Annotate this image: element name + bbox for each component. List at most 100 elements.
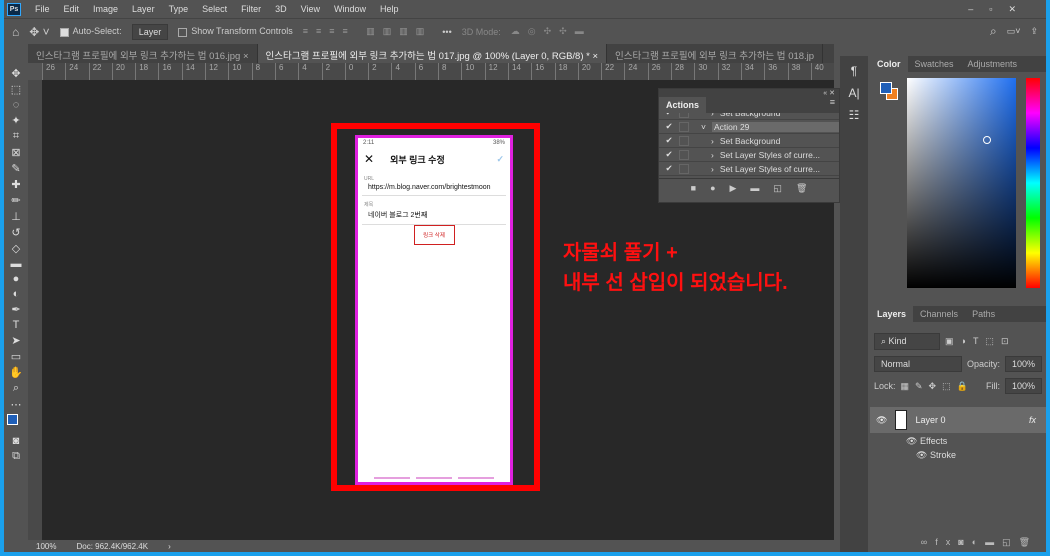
pen-tool-icon[interactable]: ✒ (11, 303, 20, 316)
menu-image[interactable]: Image (93, 4, 118, 14)
actions-tab[interactable]: Actions (659, 97, 707, 113)
tab-channels[interactable]: Channels (913, 306, 965, 322)
history-brush-icon[interactable]: ↺ (11, 226, 20, 239)
character-icon[interactable]: A| (848, 86, 859, 100)
dodge-icon[interactable]: ◐ (13, 288, 20, 300)
dialog-toggle[interactable] (679, 135, 689, 146)
dialog-toggle[interactable] (679, 149, 689, 160)
expand-icon[interactable]: ˅ (701, 122, 706, 132)
tab-swatches[interactable]: Swatches (908, 56, 961, 72)
dialog-toggle[interactable] (679, 121, 689, 132)
menu-3d[interactable]: 3D (275, 4, 287, 14)
action-item[interactable]: ✔ › Set Background (659, 134, 839, 148)
lock-icons[interactable]: ▦✎✥⬚🔒 (901, 381, 974, 392)
gradient-icon[interactable]: ▬ (11, 258, 22, 270)
expand-icon[interactable]: › (711, 136, 714, 146)
menu-file[interactable]: File (35, 4, 50, 14)
paragraph-icon[interactable]: ¶ (851, 64, 857, 78)
layer-row[interactable]: 👁 Layer 0 fx (870, 407, 1046, 433)
color-picker-field[interactable] (907, 78, 1016, 288)
tab-paths[interactable]: Paths (965, 306, 1002, 322)
filter-icons[interactable]: ▣◑T⬚⊡ (945, 336, 1015, 347)
properties-icon[interactable]: ☷ (849, 108, 860, 122)
workspace-icon[interactable]: ▭˅ (1007, 26, 1021, 37)
more-tools-icon[interactable]: ⋯ (11, 398, 22, 411)
play-icon[interactable]: ▶ (730, 183, 737, 194)
zoom-tool-icon[interactable]: ⌕ (13, 382, 19, 395)
align-icons[interactable]: ≡≡≡≡ ▥▥▥▥ (303, 26, 433, 37)
status-arrow-icon[interactable]: › (168, 542, 171, 551)
window-controls[interactable]: –▫✕ (968, 4, 1032, 15)
brush-tool-icon[interactable]: ✏ (11, 194, 20, 207)
magic-wand-icon[interactable]: ✦ (11, 114, 20, 127)
type-tool-icon[interactable]: T (13, 319, 20, 331)
stroke-row[interactable]: 👁 Stroke (870, 447, 1046, 461)
color-picker-cursor[interactable] (983, 136, 991, 144)
crop-tool-icon[interactable]: ⌗ (13, 130, 19, 143)
menu-edit[interactable]: Edit (64, 4, 80, 14)
action-item[interactable]: ✔ › Set Background (659, 113, 839, 120)
opacity-input[interactable]: 100% (1004, 356, 1042, 372)
check-icon[interactable]: ✔ (659, 149, 679, 160)
dialog-toggle[interactable] (679, 163, 689, 174)
auto-select-checkbox[interactable]: Auto-Select: (59, 26, 122, 37)
move-tool-icon[interactable]: ✥ ˅ (29, 25, 49, 39)
layer-select[interactable]: Layer (131, 23, 169, 40)
tab-adjustments[interactable]: Adjustments (961, 56, 1025, 72)
effects-row[interactable]: 👁 Effects (870, 433, 1046, 447)
color-swatches-icon[interactable] (7, 414, 25, 432)
tab-017[interactable]: 인스타그램 프로필에 외부 링크 추가하는 법 017.jpg @ 100% (… (257, 44, 608, 63)
visibility-eye-icon[interactable]: 👁 (876, 415, 887, 426)
stop-icon[interactable]: ■ (691, 183, 696, 194)
trash-icon[interactable]: 🗑 (796, 183, 807, 194)
eraser-icon[interactable]: ◇ (12, 242, 20, 255)
check-icon[interactable]: ✔ (659, 121, 679, 132)
tab-color[interactable]: Color (870, 56, 908, 72)
foreground-color[interactable] (880, 82, 892, 94)
hue-slider[interactable] (1026, 78, 1040, 288)
action-item[interactable]: ✔ › Set Layer Styles of curre... (659, 162, 839, 176)
search-icon[interactable]: ⌕ (990, 24, 997, 39)
blur-icon[interactable]: ● (13, 273, 20, 285)
share-icon[interactable]: ⇪ (1030, 26, 1038, 37)
action-item[interactable]: ✔ ˅ Action 29 (659, 120, 839, 134)
fill-input[interactable]: 100% (1004, 378, 1042, 394)
layers-footer-icons[interactable]: ∞fx◙◐▬◱🗑 (921, 537, 1038, 548)
hand-tool-icon[interactable]: ✋ (9, 366, 23, 379)
check-icon[interactable]: ✔ (659, 113, 679, 118)
menu-layer[interactable]: Layer (132, 4, 155, 14)
folder-icon[interactable]: ▬ (750, 183, 759, 194)
menu-filter[interactable]: Filter (241, 4, 261, 14)
eyedropper-icon[interactable]: ✎ (11, 162, 20, 175)
expand-icon[interactable]: › (711, 164, 714, 174)
new-action-icon[interactable]: ◱ (773, 183, 782, 194)
shape-tool-icon[interactable]: ▭ (11, 350, 21, 363)
show-transform-checkbox[interactable]: Show Transform Controls (178, 26, 293, 37)
healing-icon[interactable]: ✚ (11, 178, 20, 191)
more-icon[interactable]: ••• (442, 27, 451, 37)
path-select-icon[interactable]: ➤ (11, 334, 20, 347)
stamp-tool-icon[interactable]: ⊥ (11, 210, 21, 223)
tab-016[interactable]: 인스타그램 프로필에 외부 링크 추가하는 법 016.jpg × (28, 44, 258, 63)
kind-filter[interactable]: ⌕ Kind (874, 333, 940, 350)
action-item[interactable]: ✔ › Set Layer Styles of curre... (659, 148, 839, 162)
expand-icon[interactable]: › (711, 150, 714, 160)
dialog-toggle[interactable] (679, 113, 689, 118)
menu-view[interactable]: View (301, 4, 320, 14)
menu-type[interactable]: Type (169, 4, 189, 14)
screen-mode-icon[interactable]: ⧉ (12, 450, 20, 463)
panel-collapse[interactable]: « ✕ (659, 89, 839, 97)
marquee-tool-icon[interactable]: ⬚ (11, 83, 21, 96)
record-icon[interactable]: ● (710, 183, 715, 194)
check-icon[interactable]: ✔ (659, 163, 679, 174)
panel-menu-icon[interactable]: ≡ (830, 97, 839, 113)
tab-018[interactable]: 인스타그램 프로필에 외부 링크 추가하는 법 018.jp (607, 44, 824, 63)
lasso-tool-icon[interactable]: ◌ (13, 99, 20, 111)
menu-window[interactable]: Window (334, 4, 366, 14)
menu-select[interactable]: Select (202, 4, 227, 14)
quick-mask-icon[interactable]: ◙ (13, 435, 20, 447)
home-icon[interactable]: ⌂ (12, 25, 19, 39)
move-tool-icon[interactable]: ✥ (11, 67, 20, 80)
zoom-level[interactable]: 100% (36, 542, 56, 551)
tab-layers[interactable]: Layers (870, 306, 914, 322)
